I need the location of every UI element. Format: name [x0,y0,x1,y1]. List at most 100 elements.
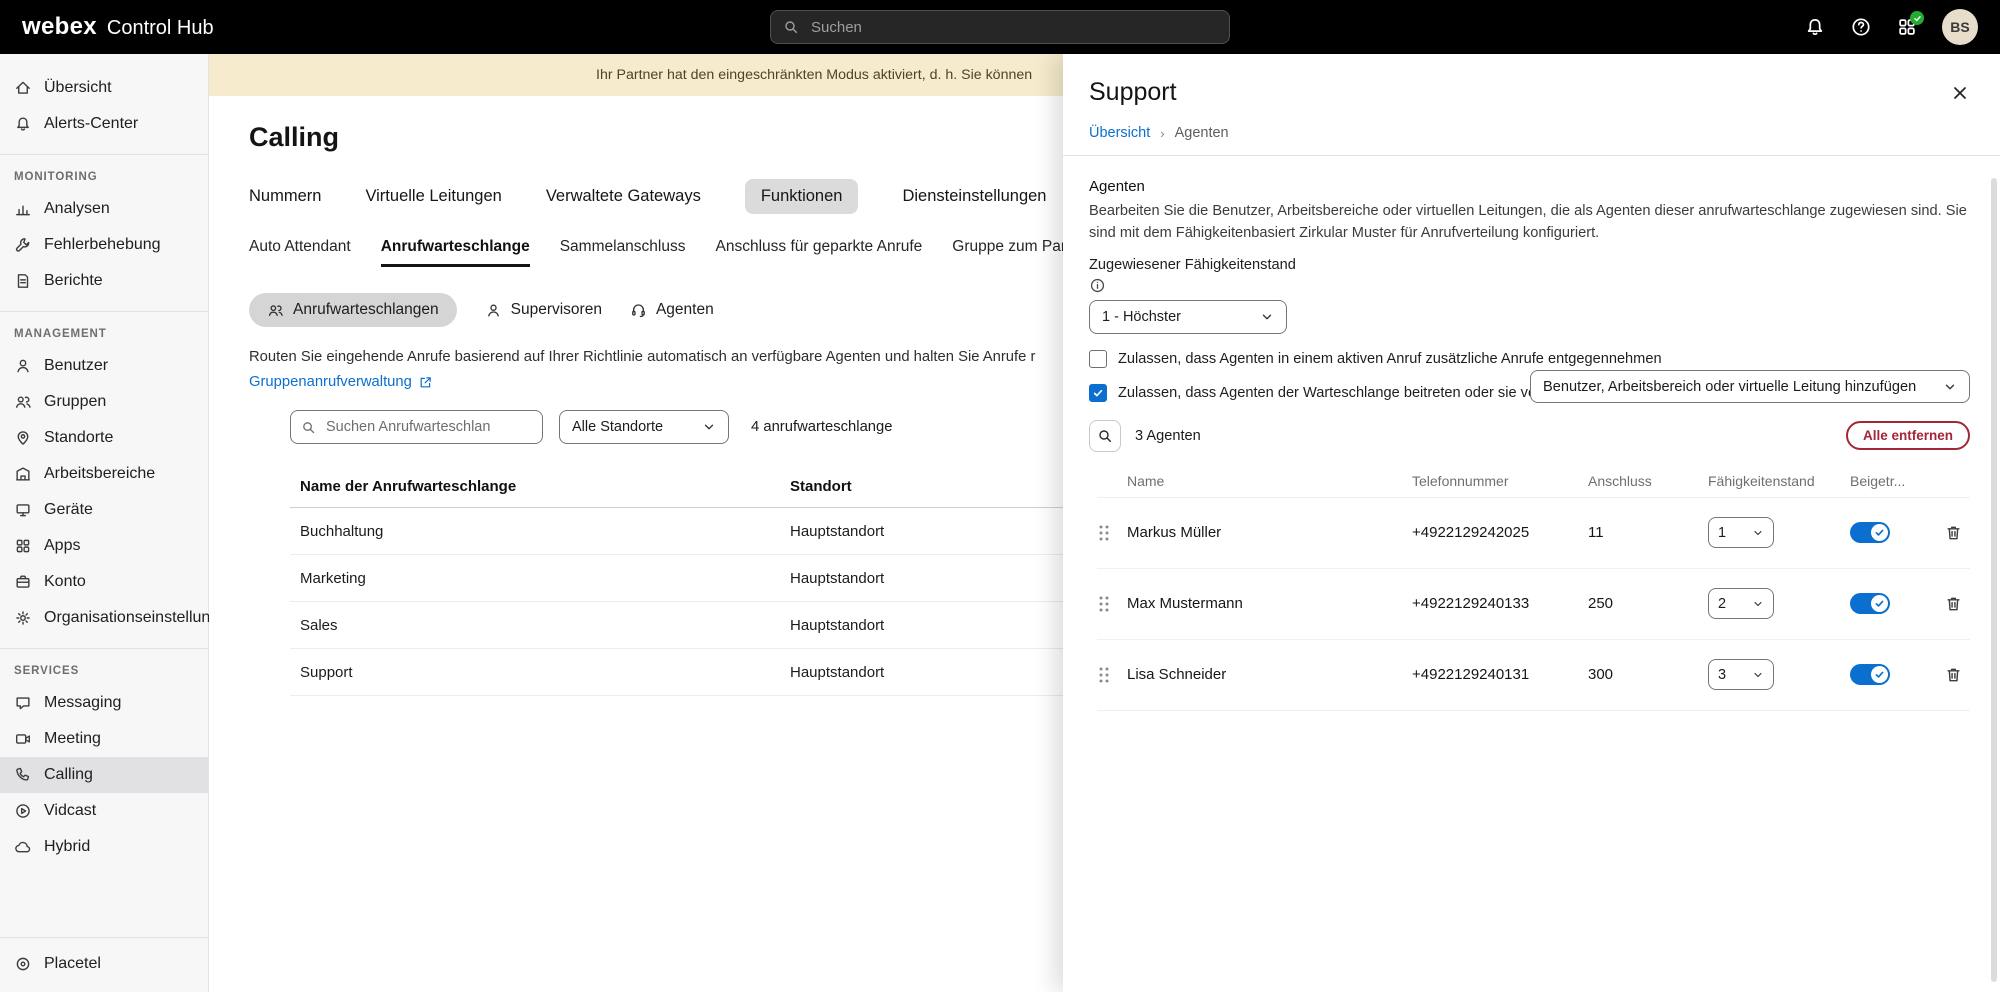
sidebar-section-monitoring: MONITORING [0,155,208,191]
search-icon [783,19,799,35]
sidebar-item-berichte[interactable]: Berichte [0,263,208,299]
link-label: Gruppenanrufverwaltung [249,374,412,390]
trash-icon[interactable] [1944,665,1963,685]
sidebar-item-calling[interactable]: Calling [0,757,208,793]
tab-verwaltete-gateways[interactable]: Verwaltete Gateways [546,187,701,206]
tab-virtuelle-leitungen[interactable]: Virtuelle Leitungen [365,187,501,206]
checkbox-additional-calls[interactable] [1089,350,1107,368]
table-row[interactable]: Marketing Hauptstandort [290,555,1110,602]
top-bar: webex Control Hub BS [0,0,2000,54]
subtab-sammelanschluss[interactable]: Sammelanschluss [560,238,686,267]
checkbox-label: Zulassen, dass Agenten der Warteschlange… [1118,385,1583,401]
segment-label: Supervisoren [511,301,602,319]
sidebar-item-arbeitsbereiche[interactable]: Arbeitsbereiche [0,456,208,492]
subtab-anrufwarteschlange[interactable]: Anrufwarteschlange [381,238,530,267]
joined-toggle[interactable] [1850,593,1890,614]
queue-search-input[interactable] [324,418,532,436]
home-icon [14,79,32,97]
support-detail-panel: Support Übersicht › Agenten Agenten Bear… [1063,54,2000,992]
segment-anrufwarteschlangen[interactable]: Anrufwarteschlangen [249,293,457,327]
sidebar-item-label: Meeting [44,730,101,748]
info-icon[interactable] [1089,277,1106,294]
agent-skill-dropdown[interactable]: 2 [1708,588,1774,619]
placetel-icon [14,955,32,973]
sidebar-item-placetel[interactable]: Placetel [0,946,208,982]
external-link-icon [418,375,433,390]
sidebar-item-konto[interactable]: Konto [0,564,208,600]
help-icon[interactable] [1850,16,1872,38]
sidebar-item-label: Benutzer [44,357,108,375]
add-agent-dropdown[interactable]: Benutzer, Arbeitsbereich oder virtuelle … [1530,370,1970,403]
subtab-auto-attendant[interactable]: Auto Attendant [249,238,351,267]
notifications-bell-icon[interactable] [1804,16,1826,38]
sidebar-item-gruppen[interactable]: Gruppen [0,384,208,420]
sidebar-item-geraete[interactable]: Geräte [0,492,208,528]
phone-icon [14,766,32,784]
agent-search-button[interactable] [1089,420,1121,452]
table-row[interactable]: Support Hauptstandort [290,649,1110,696]
online-check-badge [1910,11,1924,25]
subtab-anschluss-geparkte-anrufe[interactable]: Anschluss für geparkte Anrufe [716,238,923,267]
tab-nummern[interactable]: Nummern [249,187,321,206]
agents-table-header: Name Telefonnummer Anschluss Fähigkeiten… [1097,466,1970,498]
sidebar-item-analysen[interactable]: Analysen [0,191,208,227]
apps-launcher-icon[interactable] [1896,16,1918,38]
gruppenanrufverwaltung-link[interactable]: Gruppenanrufverwaltung [249,374,433,390]
column-header-beigetreten: Beigetr... [1850,473,1944,489]
trash-icon[interactable] [1944,594,1963,614]
skill-level-dropdown[interactable]: 1 - Höchster [1089,300,1287,334]
sidebar-item-label: Geräte [44,501,93,519]
search-icon [1097,428,1113,444]
location-pin-icon [14,429,32,447]
global-search-input[interactable] [809,18,1217,37]
sidebar-item-standorte[interactable]: Standorte [0,420,208,456]
drag-handle[interactable] [1097,594,1111,614]
skill-level-value: 1 - Höchster [1102,309,1181,325]
drag-handle[interactable] [1097,523,1111,543]
agent-row: Markus Müller +4922129242025 11 1 [1097,498,1970,569]
location-filter-value: Alle Standorte [572,419,663,435]
sidebar-item-vidcast[interactable]: Vidcast [0,793,208,829]
sidebar-item-meeting[interactable]: Meeting [0,721,208,757]
sidebar-item-alerts-center[interactable]: Alerts-Center [0,106,208,142]
sidebar-item-uebersicht[interactable]: Übersicht [0,70,208,106]
drag-handle[interactable] [1097,665,1111,685]
sidebar-item-label: Arbeitsbereiche [44,465,155,483]
sidebar-item-apps[interactable]: Apps [0,528,208,564]
agent-skill-dropdown[interactable]: 1 [1708,517,1774,548]
table-row[interactable]: Sales Hauptstandort [290,602,1110,649]
queue-search[interactable] [290,410,543,444]
tab-diensteinstellungen[interactable]: Diensteinstellungen [902,187,1046,206]
agent-skill-dropdown[interactable]: 3 [1708,659,1774,690]
remove-all-button[interactable]: Alle entfernen [1846,421,1970,450]
agent-row: Lisa Schneider +4922129240131 300 3 [1097,640,1970,711]
sidebar-item-hybrid[interactable]: Hybrid [0,829,208,865]
sidebar-item-organisationseinstellungen[interactable]: Organisationseinstellun... [0,600,208,636]
joined-toggle[interactable] [1850,522,1890,543]
breadcrumb: Übersicht › Agenten [1089,125,1970,155]
segment-supervisoren[interactable]: Supervisoren [485,293,602,327]
breadcrumb-overview-link[interactable]: Übersicht [1089,125,1150,141]
agent-skill-value: 3 [1718,667,1726,683]
global-search[interactable] [770,10,1230,44]
joined-toggle[interactable] [1850,664,1890,685]
sidebar-item-fehlerbehebung[interactable]: Fehlerbehebung [0,227,208,263]
sidebar-item-messaging[interactable]: Messaging [0,685,208,721]
panel-scrollbar[interactable] [1991,178,1997,982]
sidebar-item-benutzer[interactable]: Benutzer [0,348,208,384]
segment-agenten[interactable]: Agenten [630,293,714,327]
queue-name: Buchhaltung [300,523,790,540]
tab-funktionen[interactable]: Funktionen [745,179,859,214]
trash-icon[interactable] [1944,523,1963,543]
location-filter-dropdown[interactable]: Alle Standorte [559,410,729,444]
checkbox-join-queue[interactable] [1089,384,1107,402]
search-icon [301,420,316,435]
agent-name: Max Mustermann [1127,595,1412,612]
user-avatar[interactable]: BS [1942,9,1978,45]
sidebar-item-label: Messaging [44,694,121,712]
sidebar-item-label: Vidcast [44,802,96,820]
toggle-check-icon [1871,595,1888,612]
close-icon[interactable] [1950,83,1970,103]
queue-table-header: Name der Anrufwarteschlange Standort [290,466,1110,508]
table-row[interactable]: Buchhaltung Hauptstandort [290,508,1110,555]
